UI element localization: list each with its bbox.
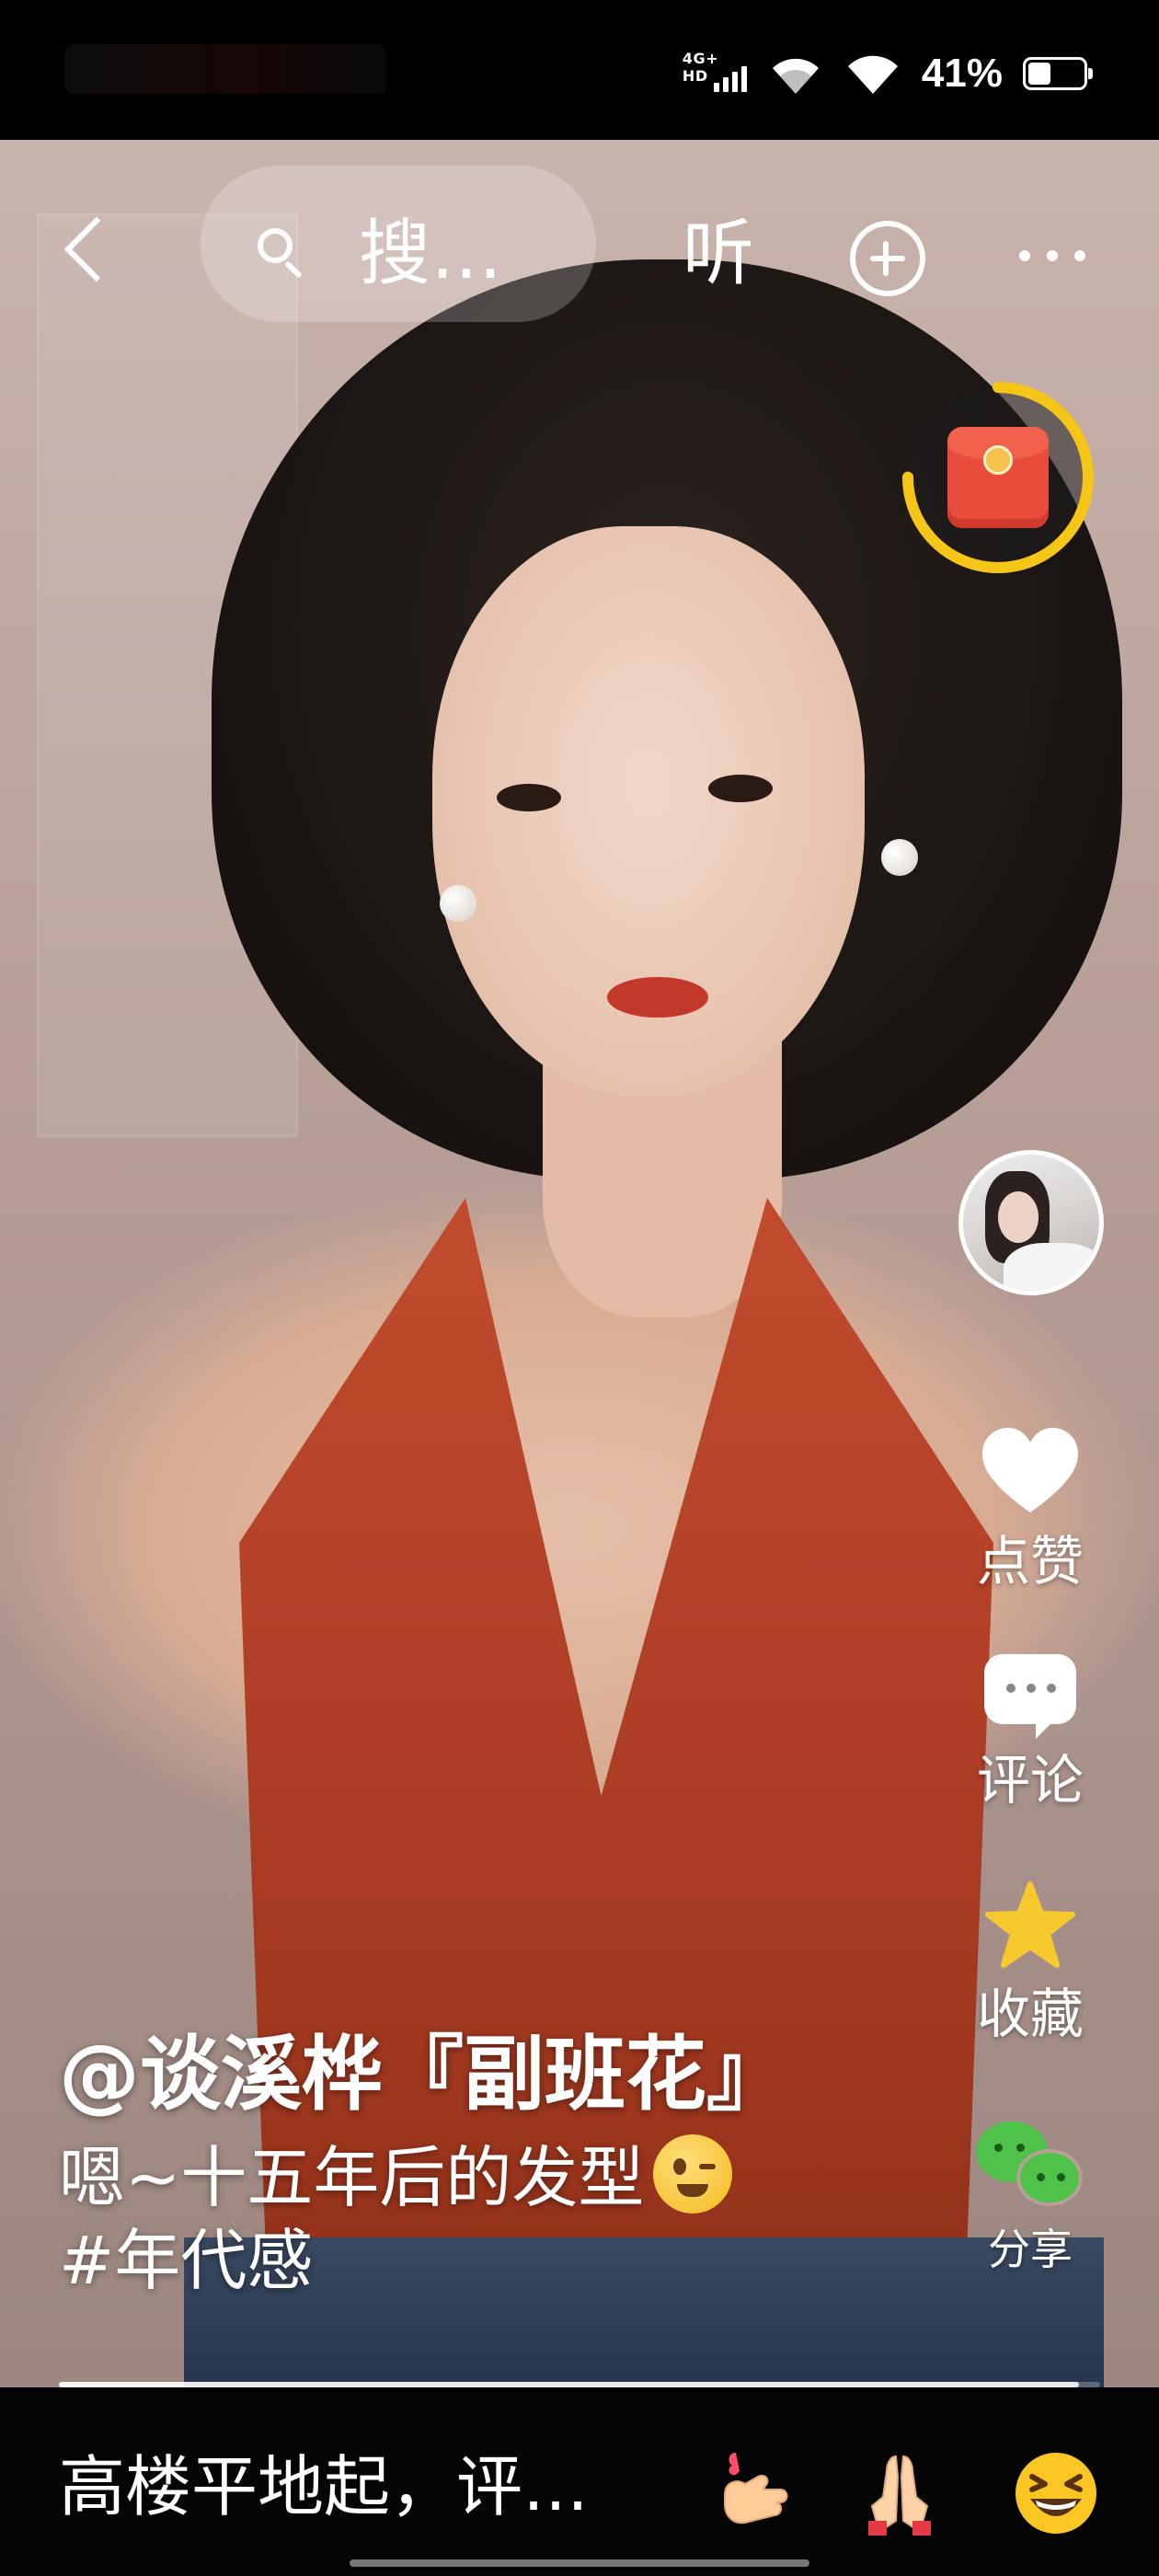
comment-label: 评论 (976, 1749, 1084, 1811)
wifi-icon (772, 58, 819, 94)
winking-face-emoji-icon (653, 2134, 733, 2214)
video-subject-earring (881, 839, 918, 876)
video-description: 嗯~十五年后的发型 (59, 2134, 887, 2219)
notification-icons (64, 44, 386, 94)
listen-button[interactable]: 听 (683, 208, 754, 300)
video-subject-eye (497, 784, 561, 811)
video-progress-fill (59, 2382, 1080, 2387)
grinning-squinting-emoji-icon[interactable] (1012, 2449, 1100, 2537)
praying-hands-emoji-icon[interactable] (855, 2449, 944, 2537)
comment-input[interactable]: 高楼平地起，评… (59, 2445, 589, 2528)
heart-icon (982, 1428, 1078, 1512)
like-button[interactable]: 点赞 (966, 1428, 1095, 1593)
search-icon[interactable] (258, 228, 305, 276)
author-name[interactable]: @谈溪桦『副班花』 (59, 2024, 887, 2125)
status-bar: 4G+ HD 41% (0, 0, 1159, 140)
battery-percentage: 41% (921, 51, 1003, 96)
more-options-icon[interactable] (1019, 250, 1085, 261)
video-subject-eye (708, 775, 773, 802)
comment-bubble-icon (984, 1654, 1076, 1739)
like-label: 点赞 (976, 1530, 1084, 1593)
video-progress-bar[interactable] (59, 2382, 1100, 2387)
bottom-comment-bar: 高楼平地起，评… (0, 2392, 1159, 2576)
hashtag-link[interactable]: #年代感 (59, 2219, 887, 2302)
comment-button[interactable]: 评论 (966, 1654, 1095, 1812)
back-button[interactable] (59, 204, 114, 287)
wechat-icon (976, 2122, 1084, 2212)
video-subject-earring (440, 885, 476, 922)
cellular-signal-icon: 4G+ HD (683, 50, 747, 98)
favorite-label: 收藏 (976, 1983, 1084, 2045)
favorite-button[interactable]: 收藏 (966, 1880, 1095, 2046)
red-packet-reward-button[interactable] (900, 379, 1096, 576)
wifi-icon-secondary (847, 55, 898, 94)
creator-avatar[interactable] (958, 1150, 1104, 1295)
battery-icon (1023, 57, 1093, 90)
top-nav: 搜… 听 (0, 140, 1159, 351)
finger-heart-emoji-icon[interactable] (708, 2449, 797, 2537)
video-description-text: 嗯~十五年后的发型 (59, 2139, 645, 2216)
star-icon (985, 1881, 1075, 1968)
plus-circle-icon[interactable] (850, 221, 925, 296)
red-packet-coin (983, 445, 1013, 475)
video-subject-lips (607, 977, 708, 1018)
share-button[interactable]: 分享 (966, 2122, 1095, 2282)
share-label: 分享 (988, 2225, 1073, 2274)
video-caption: @谈溪桦『副班花』 嗯~十五年后的发型 #年代感 (59, 2024, 887, 2302)
status-indicators: 4G+ HD 41% (683, 46, 1093, 101)
battery-level-fill (1028, 63, 1050, 85)
home-indicator[interactable] (350, 2559, 809, 2567)
search-input[interactable]: 搜… (359, 208, 502, 300)
